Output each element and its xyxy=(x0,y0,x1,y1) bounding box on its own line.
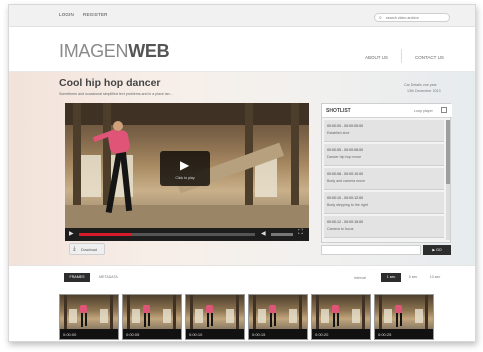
progress-bar[interactable] xyxy=(79,233,255,236)
shotlist-header: SHOTLIST Loop player xyxy=(322,104,452,118)
fullscreen-icon[interactable]: ⛶ xyxy=(298,229,303,237)
go-button[interactable]: ▶ GO xyxy=(423,245,451,255)
interval-option[interactable]: 10 sec xyxy=(425,273,445,282)
play-icon: ▶ xyxy=(180,158,190,172)
frame-thumbnail[interactable]: 0:00:00 xyxy=(59,294,119,340)
tab-metadata[interactable]: METADATA xyxy=(99,275,118,279)
interval-option[interactable]: 1 sec xyxy=(381,273,401,282)
progress-fill xyxy=(79,233,132,236)
shot-timecode: 00:00:12 - 00:00:15:00 xyxy=(327,220,364,224)
logo-part2: WEB xyxy=(128,41,170,61)
nav-contact-us[interactable]: CONTACT US xyxy=(415,55,444,60)
frame-timecode: 0:00:15 xyxy=(252,332,266,337)
tab-frames[interactable]: FRAMES xyxy=(64,273,90,282)
search-box[interactable]: ⌕ xyxy=(374,13,450,22)
shot-item[interactable]: 00:00:08 - 00:00:10:00 Body and camera m… xyxy=(324,168,444,190)
shot-item[interactable]: 00:00:00 - 00:00:05:00 Establish shot xyxy=(324,120,444,142)
shotlist-panel: SHOTLIST Loop player 00:00:00 - 00:00:05… xyxy=(321,103,452,243)
frame-thumbnail[interactable]: 0:00:15 xyxy=(248,294,308,340)
player-controls: ▶ ◀ ⛶ xyxy=(65,228,309,241)
shot-description: Camera to focus xyxy=(327,227,354,231)
frame-thumbnail[interactable]: 0:00:20 xyxy=(311,294,371,340)
login-link[interactable]: LOGIN xyxy=(59,12,74,17)
download-label: Download xyxy=(81,248,97,252)
shotlist-scroll-thumb[interactable] xyxy=(446,120,450,184)
video-player[interactable]: ▶ Click to play ▶ ◀ ⛶ xyxy=(65,103,309,241)
register-link[interactable]: REGISTER xyxy=(83,12,108,17)
play-overlay-button[interactable]: ▶ Click to play xyxy=(160,151,210,186)
shot-timecode: 00:00:10 - 00:00:12:00 xyxy=(327,196,364,200)
loop-label: Loop player xyxy=(414,109,433,113)
shotlist-input[interactable] xyxy=(321,245,421,255)
video-date-line2: 13th December 2013 xyxy=(407,89,441,93)
interval-label: Interval xyxy=(354,276,366,280)
frame-timecode: 0:00:25 xyxy=(378,332,392,337)
frame-thumbnail[interactable]: 0:00:25 xyxy=(374,294,434,340)
shot-description: Dancer hip hop move xyxy=(327,155,362,159)
volume-slider[interactable] xyxy=(271,233,293,236)
logo-part1: IMAGEN xyxy=(59,41,129,61)
frame-thumbnail[interactable]: 0:00:05 xyxy=(122,294,182,340)
frame-timecode: 0:00:20 xyxy=(315,332,329,337)
shot-description: Body stepping to the right xyxy=(327,203,368,207)
frame-timecode: 0:00:10 xyxy=(189,332,203,337)
video-title: Cool hip hop dancer xyxy=(59,77,161,89)
download-icon: ⤓ xyxy=(73,246,76,252)
site-logo[interactable]: IMAGENWEB xyxy=(59,41,170,62)
search-icon: ⌕ xyxy=(379,15,382,21)
interval-option[interactable]: 5 sec xyxy=(403,273,423,282)
video-date-line1: Car Details one year xyxy=(404,83,437,87)
video-subtitle: Sometimes and occasional simplified text… xyxy=(59,92,173,96)
volume-icon[interactable]: ◀ xyxy=(261,230,266,237)
loop-checkbox[interactable] xyxy=(441,107,447,113)
frame-timecode: 0:00:00 xyxy=(63,332,77,337)
shot-item[interactable]: 00:00:05 - 00:00:08:00 Dancer hip hop mo… xyxy=(324,144,444,166)
frame-timecode: 0:00:05 xyxy=(126,332,140,337)
shot-description: Establish shot xyxy=(327,131,350,135)
nav-about-us[interactable]: ABOUT US xyxy=(365,55,388,60)
browser-page: LOGIN REGISTER ⌕ IMAGENWEB ABOUT US CONT… xyxy=(8,4,476,342)
shot-timecode: 00:00:05 - 00:00:08:00 xyxy=(327,148,364,152)
nav-divider xyxy=(401,49,402,63)
shot-item[interactable]: 00:00:12 - 00:00:15:00 Camera to focus xyxy=(324,216,444,238)
search-input[interactable] xyxy=(386,15,448,21)
shot-timecode: 00:00:00 - 00:00:05:00 xyxy=(327,124,364,128)
shot-timecode: 00:00:08 - 00:00:10:00 xyxy=(327,172,364,176)
top-bar: LOGIN REGISTER ⌕ xyxy=(9,5,475,27)
play-caption: Click to play xyxy=(175,176,195,180)
play-pause-button[interactable]: ▶ xyxy=(69,230,74,237)
shot-item[interactable]: 00:00:10 - 00:00:12:00 Body stepping to … xyxy=(324,192,444,214)
frame-thumbnail[interactable]: 0:00:10 xyxy=(185,294,245,340)
shotlist-title: SHOTLIST xyxy=(326,108,351,114)
download-button[interactable]: ⤓ Download xyxy=(69,243,105,255)
shot-description: Body and camera move xyxy=(327,179,365,183)
